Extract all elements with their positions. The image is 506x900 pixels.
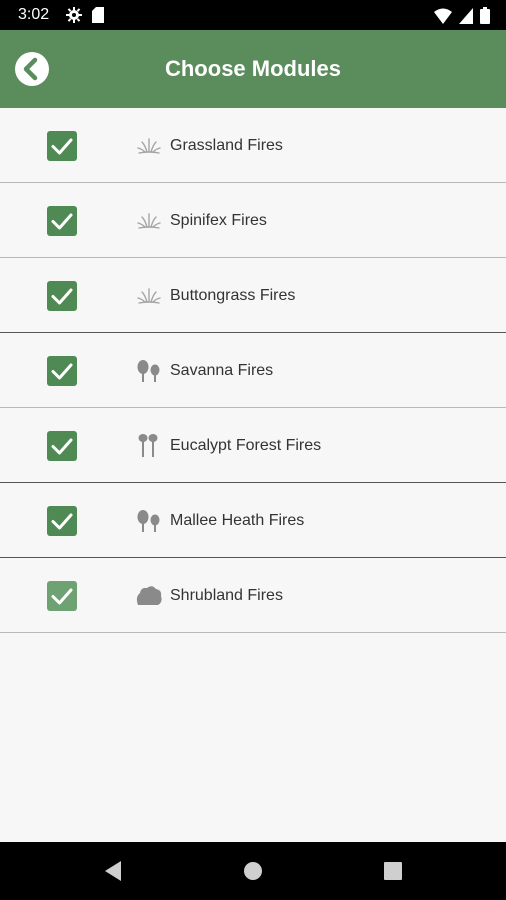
module-label: Buttongrass Fires [170, 287, 296, 304]
grass-icon [135, 208, 163, 234]
module-row-buttongrass[interactable]: Buttongrass Fires [0, 258, 506, 333]
module-label: Eucalypt Forest Fires [170, 437, 322, 454]
module-row-eucalypt[interactable]: Eucalypt Forest Fires [0, 408, 506, 483]
status-time: 3:02 [18, 6, 50, 23]
nav-home-button[interactable] [241, 859, 265, 883]
nav-back-button[interactable] [101, 859, 125, 883]
cell-signal-icon [459, 7, 473, 29]
module-checkbox[interactable] [47, 206, 77, 236]
wifi-icon [434, 8, 452, 29]
eucalypt-trees-icon [135, 433, 163, 459]
module-row-savanna[interactable]: Savanna Fires [0, 333, 506, 408]
module-checkbox[interactable] [47, 431, 77, 461]
page-title: Choose Modules [164, 56, 341, 81]
grass-icon [135, 133, 163, 159]
module-label: Mallee Heath Fires [170, 512, 305, 529]
module-checkbox[interactable] [47, 356, 77, 386]
module-row-shrubland[interactable]: Shrubland Fires [0, 558, 506, 633]
module-label: Shrubland Fires [170, 587, 283, 604]
module-label: Grassland Fires [170, 137, 283, 154]
battery-icon [480, 7, 490, 29]
module-row-grassland[interactable]: Grassland Fires [0, 108, 506, 183]
shrub-icon [135, 583, 163, 609]
home-circle-icon [244, 862, 262, 880]
module-checkbox[interactable] [47, 506, 77, 536]
back-button[interactable] [14, 51, 50, 87]
settings-gear-icon [66, 7, 82, 28]
module-row-mallee-heath[interactable]: Mallee Heath Fires [0, 483, 506, 558]
module-list: Grassland Fires Spinifex Fires Buttongra… [0, 108, 506, 633]
status-bar: 3:02 [0, 0, 506, 30]
module-label: Savanna Fires [170, 362, 274, 379]
module-label: Spinifex Fires [170, 212, 267, 229]
grass-icon [135, 283, 163, 309]
trees-icon [135, 358, 163, 384]
navigation-bar [0, 842, 506, 900]
nav-recents-button[interactable] [381, 859, 405, 883]
recents-square-icon [384, 862, 402, 880]
module-checkbox[interactable] [47, 131, 77, 161]
back-triangle-icon [105, 861, 121, 881]
module-checkbox[interactable] [47, 581, 77, 611]
trees-icon [135, 508, 163, 534]
sd-card-icon [92, 7, 104, 28]
module-row-spinifex[interactable]: Spinifex Fires [0, 183, 506, 258]
back-arrow-circle-icon [15, 52, 49, 86]
app-bar: Choose Modules [0, 30, 506, 108]
module-checkbox[interactable] [47, 281, 77, 311]
